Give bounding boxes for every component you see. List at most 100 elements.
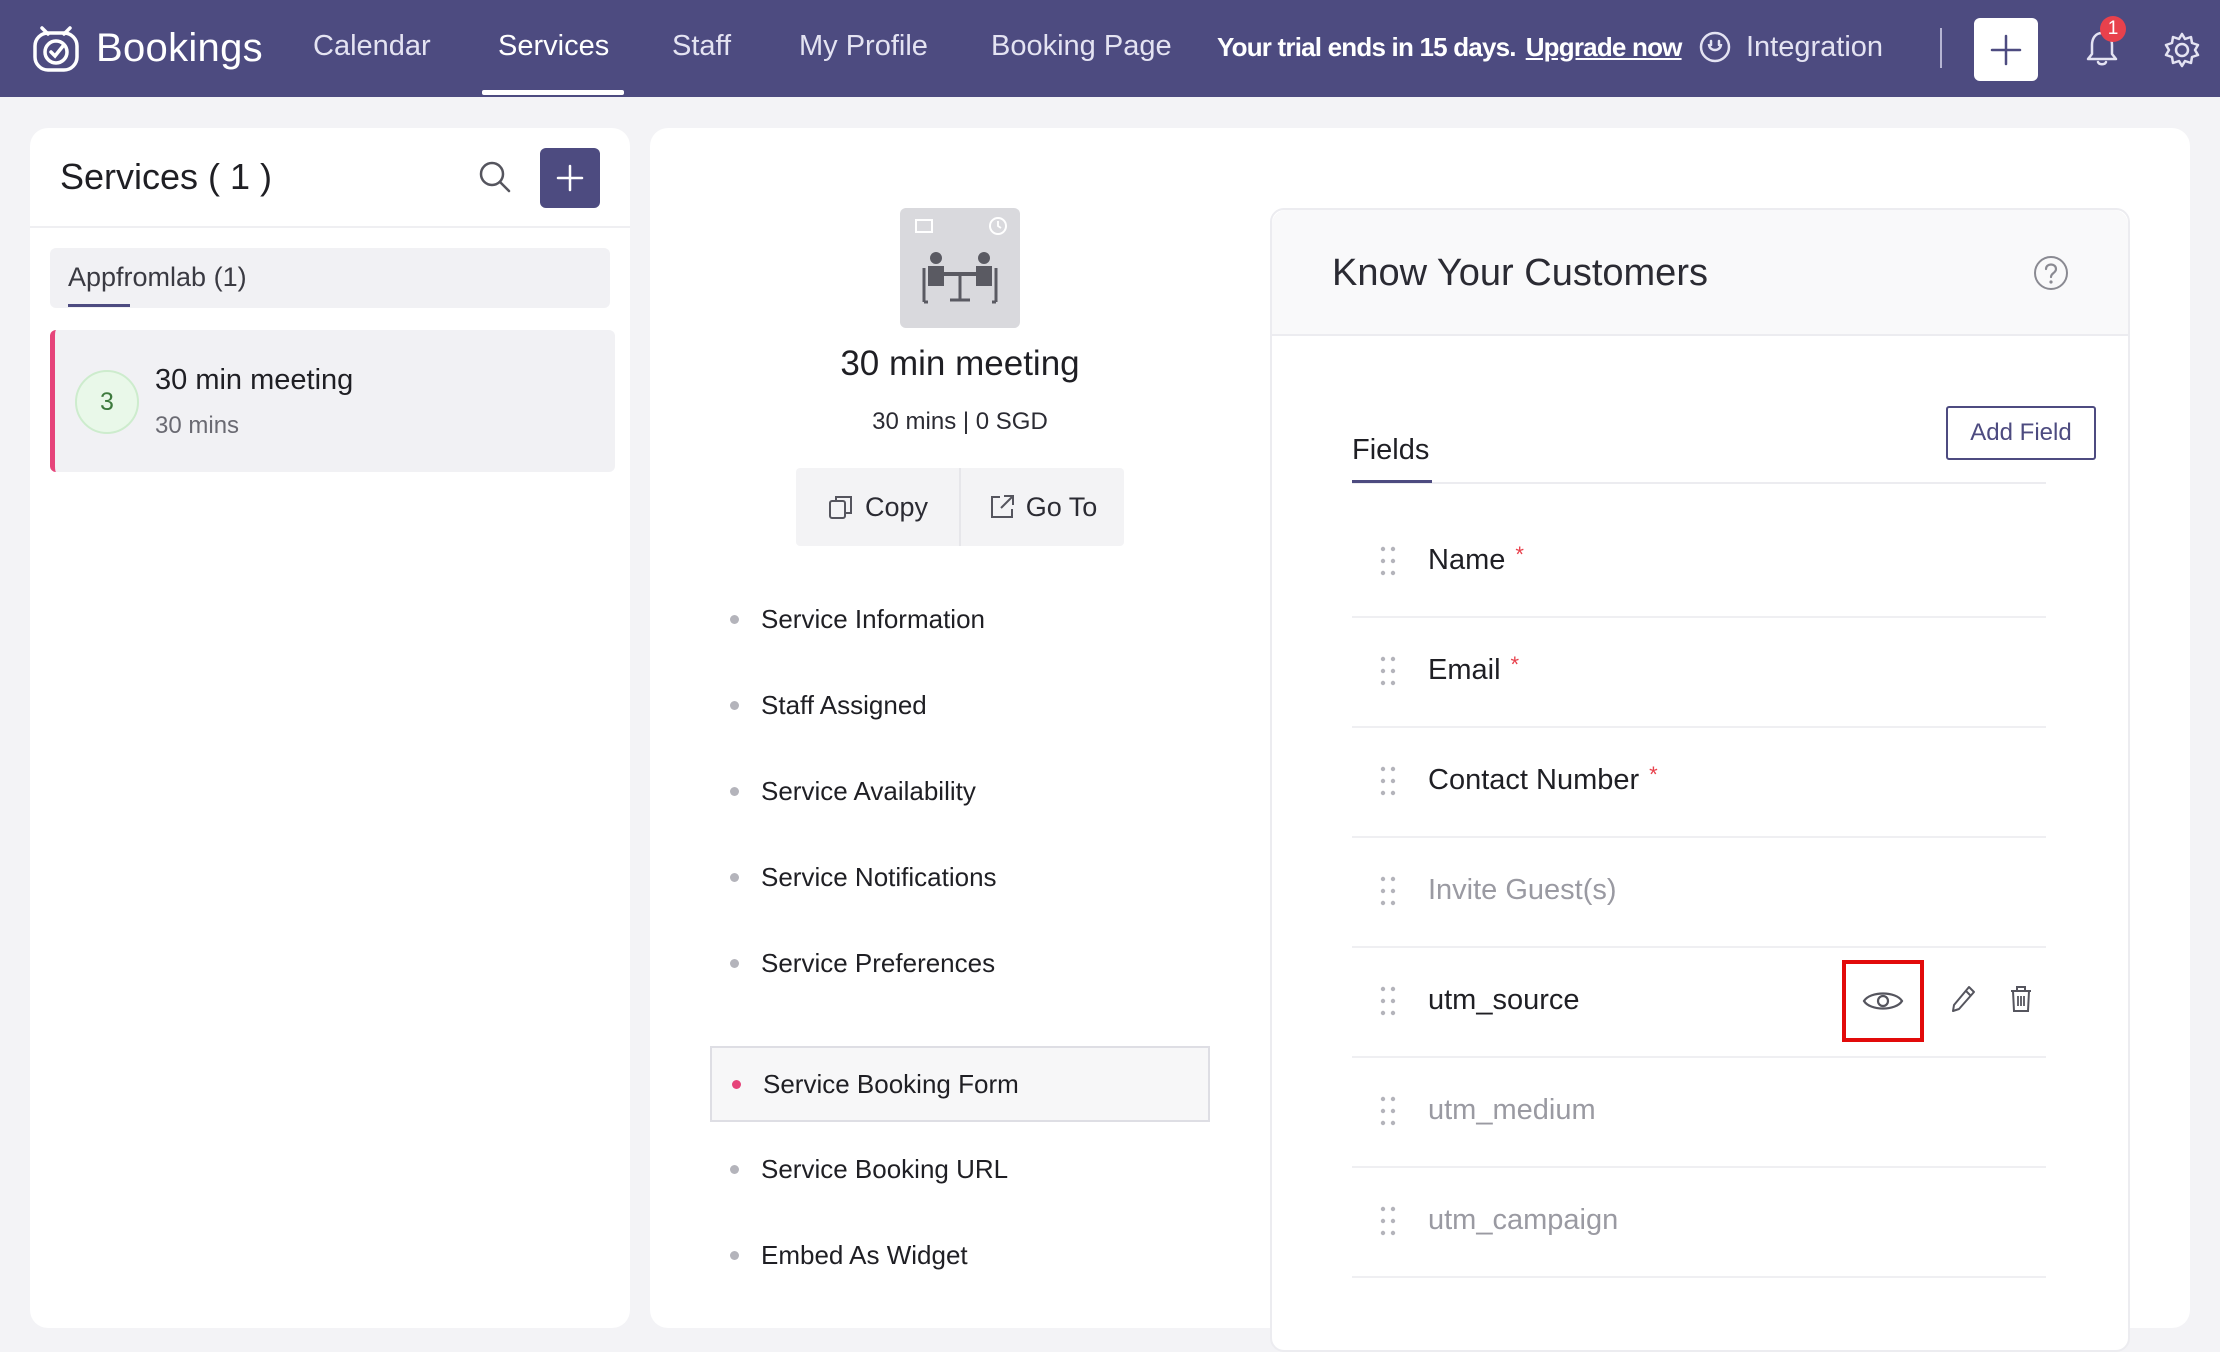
menu-service-notifications[interactable]: Service Notifications — [710, 840, 1210, 914]
trial-text: Your trial ends in 15 days. — [1217, 32, 1517, 62]
nav-divider — [1940, 28, 1942, 68]
menu-label: Service Preferences — [761, 947, 996, 978]
fields-tab-divider — [1352, 482, 2046, 484]
menu-service-booking-form[interactable]: Service Booking Form — [710, 1046, 1210, 1122]
trial-notice: Your trial ends in 15 days. Upgrade now — [1217, 32, 1682, 63]
field-label-text: Email — [1428, 654, 1501, 686]
meeting-illustration-icon — [915, 217, 1007, 304]
service-name: 30 min meeting — [155, 364, 354, 396]
eye-icon — [1862, 992, 1904, 1010]
pencil-icon — [1952, 986, 1975, 1012]
copy-button[interactable]: Copy — [796, 468, 959, 546]
nav-staff[interactable]: Staff — [672, 30, 731, 63]
kyc-header: Know Your Customers — [1272, 210, 2128, 336]
service-avatar: 3 — [75, 370, 139, 434]
add-service-button[interactable] — [540, 148, 600, 208]
service-group-label: Appfromlab (1) — [68, 262, 247, 292]
field-label: Name * — [1428, 542, 1524, 577]
field-row-actions — [1842, 946, 2046, 1056]
menu-label: Service Notifications — [761, 861, 997, 892]
field-label-text: Contact Number — [1428, 764, 1640, 796]
menu-service-booking-url[interactable]: Service Booking URL — [710, 1132, 1210, 1206]
add-field-button[interactable]: Add Field — [1946, 406, 2096, 460]
menu-bullet — [730, 700, 739, 710]
services-panel: Services ( 1 ) Appfromlab (1) 3 30 min m… — [30, 128, 630, 1328]
gear-icon — [2164, 32, 2200, 68]
edit-field-button[interactable] — [1950, 984, 1976, 1019]
integration-icon — [1699, 31, 1731, 63]
drag-handle-icon[interactable] — [1378, 984, 1398, 1018]
drag-handle-icon[interactable] — [1378, 1094, 1398, 1128]
field-row-utm-campaign[interactable]: utm_campaign — [1352, 1166, 2046, 1278]
service-detail-title: 30 min meeting — [840, 344, 1080, 383]
menu-label: Service Availability — [761, 775, 976, 806]
service-group-tab[interactable]: Appfromlab (1) — [50, 248, 610, 308]
service-duration: 30 mins — [155, 412, 240, 439]
integration-label: Integration — [1746, 30, 1884, 63]
nav-my-profile[interactable]: My Profile — [799, 30, 928, 63]
menu-bullet-active — [732, 1079, 741, 1089]
drag-handle-icon[interactable] — [1378, 764, 1398, 798]
required-marker: * — [1510, 652, 1520, 677]
help-button[interactable] — [2032, 254, 2070, 297]
upgrade-link[interactable]: Upgrade now — [1526, 32, 1683, 62]
menu-bullet — [730, 872, 739, 882]
field-row-utm-source[interactable]: utm_source — [1352, 946, 2046, 1058]
delete-field-button[interactable] — [2008, 984, 2034, 1019]
field-label: Email * — [1428, 652, 1520, 687]
field-row-contact-number[interactable]: Contact Number * — [1352, 726, 2046, 838]
go-to-button[interactable]: Go To — [959, 468, 1124, 546]
search-icon — [479, 161, 511, 193]
menu-bullet — [730, 1164, 739, 1174]
services-panel-header: Services ( 1 ) — [30, 128, 630, 228]
drag-handle-icon[interactable] — [1378, 1204, 1398, 1238]
trash-icon — [2011, 986, 2031, 1012]
menu-service-preferences[interactable]: Service Preferences — [710, 926, 1210, 1000]
fields-tab-indicator — [1352, 480, 1432, 483]
menu-embed-as-widget[interactable]: Embed As Widget — [710, 1218, 1210, 1292]
required-marker: * — [1649, 762, 1658, 787]
service-thumbnail[interactable] — [900, 208, 1020, 328]
menu-label: Service Booking URL — [761, 1153, 1009, 1184]
services-panel-title: Services ( 1 ) — [60, 156, 273, 197]
toggle-visibility-button[interactable] — [1842, 960, 1924, 1042]
field-row-email[interactable]: Email * — [1352, 616, 2046, 728]
nav-services[interactable]: Services — [498, 30, 609, 63]
tab-fields[interactable]: Fields — [1352, 434, 1429, 467]
drag-handle-icon[interactable] — [1378, 874, 1398, 908]
know-your-customers-card: Know Your Customers Fields Add Field Nam… — [1270, 208, 2130, 1352]
service-detail-panel: 30 min meeting 30 mins | 0 SGD Copy Go T… — [650, 128, 2190, 1352]
brand[interactable]: Bookings — [30, 22, 263, 74]
top-navigation-bar: Bookings Calendar Services Staff My Prof… — [0, 0, 2220, 97]
quick-create-button[interactable] — [1974, 18, 2038, 81]
help-icon — [2034, 256, 2068, 290]
copy-label: Copy — [864, 491, 929, 522]
menu-bullet — [730, 786, 739, 796]
menu-service-availability[interactable]: Service Availability — [710, 754, 1210, 828]
field-label-text: Name — [1428, 544, 1506, 576]
required-marker: * — [1515, 542, 1524, 567]
service-list-item[interactable]: 3 30 min meeting 30 mins — [50, 330, 615, 472]
app-name: Bookings — [96, 25, 263, 70]
settings-button[interactable] — [2164, 32, 2200, 73]
menu-staff-assigned[interactable]: Staff Assigned — [710, 668, 1210, 742]
menu-label: Embed As Widget — [761, 1239, 968, 1270]
plus-icon — [1990, 34, 2022, 65]
integration-button[interactable]: Integration — [1698, 30, 1883, 64]
field-row-utm-medium[interactable]: utm_medium — [1352, 1056, 2046, 1168]
field-label: Contact Number * — [1428, 762, 1658, 797]
copy-icon — [828, 496, 852, 519]
search-services-button[interactable] — [478, 160, 512, 199]
field-row-name[interactable]: Name * — [1352, 506, 2046, 618]
drag-handle-icon[interactable] — [1378, 544, 1398, 578]
notification-badge: 1 — [2100, 16, 2126, 42]
field-label: utm_source — [1428, 984, 1580, 1016]
nav-booking-page[interactable]: Booking Page — [991, 30, 1172, 63]
nav-calendar[interactable]: Calendar — [313, 30, 431, 63]
field-row-invite-guests[interactable]: Invite Guest(s) — [1352, 836, 2046, 948]
menu-service-information[interactable]: Service Information — [710, 582, 1210, 656]
field-label: utm_campaign — [1428, 1204, 1619, 1236]
drag-handle-icon[interactable] — [1378, 654, 1398, 688]
menu-label: Service Information — [761, 603, 985, 634]
field-label: Invite Guest(s) — [1428, 874, 1617, 906]
